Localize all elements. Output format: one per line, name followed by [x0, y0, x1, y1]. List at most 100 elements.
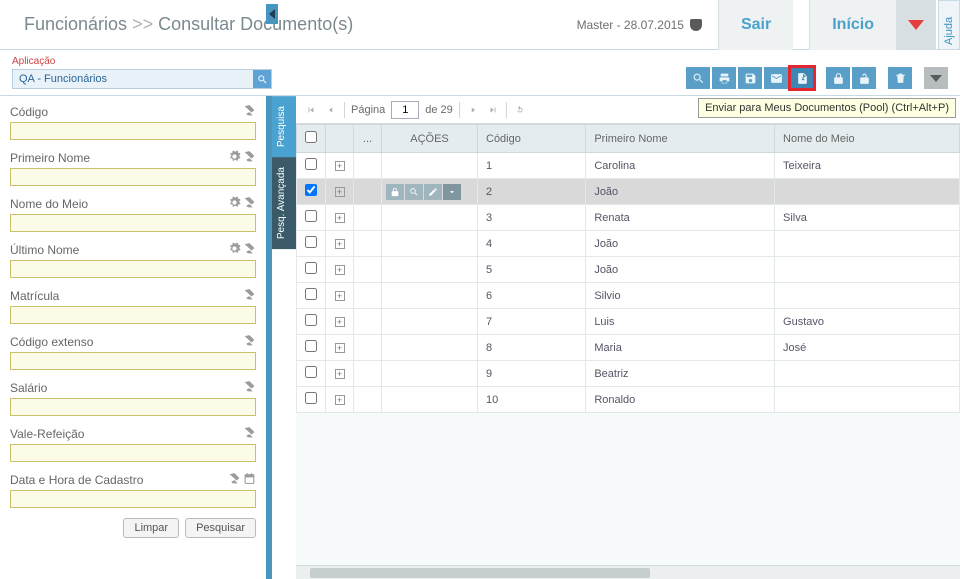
- row-checkbox[interactable]: [305, 288, 317, 300]
- last-icon: [488, 105, 498, 115]
- row-checkbox[interactable]: [305, 366, 317, 378]
- row-checkbox[interactable]: [305, 210, 317, 222]
- col-checkbox[interactable]: [297, 125, 326, 153]
- toolbar-mail-button[interactable]: [764, 67, 788, 89]
- application-select[interactable]: [12, 69, 272, 89]
- edit-button[interactable]: [424, 184, 442, 200]
- col-more[interactable]: ...: [354, 125, 382, 153]
- ajuda-tab[interactable]: Ajuda: [938, 0, 960, 50]
- clear-icon[interactable]: [243, 288, 256, 304]
- select-all-checkbox[interactable]: [305, 131, 317, 143]
- calendar-icon[interactable]: [243, 472, 256, 488]
- view-button[interactable]: [405, 184, 423, 200]
- expand-icon[interactable]: +: [335, 291, 345, 301]
- search-field-input[interactable]: [10, 352, 256, 370]
- table-row[interactable]: +10Ronaldo: [297, 387, 960, 413]
- pager-next-button[interactable]: [466, 103, 480, 117]
- row-checkbox[interactable]: [305, 340, 317, 352]
- col-nome-do-meio[interactable]: Nome do Meio: [775, 125, 960, 153]
- toolbar-save-button[interactable]: [738, 67, 762, 89]
- table-row[interactable]: +4João: [297, 231, 960, 257]
- pager-refresh-button[interactable]: [513, 103, 527, 117]
- table-row[interactable]: +9Beatriz: [297, 361, 960, 387]
- row-checkbox[interactable]: [305, 236, 317, 248]
- table-row[interactable]: +7LuisGustavo: [297, 309, 960, 335]
- horizontal-scrollbar[interactable]: [296, 565, 960, 579]
- clear-icon[interactable]: [243, 242, 256, 258]
- user-icon[interactable]: [690, 19, 702, 31]
- table-row[interactable]: +5João: [297, 257, 960, 283]
- row-checkbox[interactable]: [305, 158, 317, 170]
- table-row[interactable]: +3RenataSilva: [297, 205, 960, 231]
- table-row[interactable]: +1CarolinaTeixeira: [297, 153, 960, 179]
- search-field-input[interactable]: [10, 168, 256, 186]
- search-field-input[interactable]: [10, 398, 256, 416]
- row-actions-cell: [382, 179, 478, 205]
- expand-icon[interactable]: +: [335, 213, 345, 223]
- toolbar-search-button[interactable]: [686, 67, 710, 89]
- col-primeiro-nome[interactable]: Primeiro Nome: [586, 125, 775, 153]
- toolbar-send-to-pool-button[interactable]: [790, 67, 814, 89]
- toolbar-print-button[interactable]: [712, 67, 736, 89]
- clear-icon[interactable]: [228, 472, 241, 488]
- expand-icon[interactable]: +: [335, 343, 345, 353]
- clear-icon[interactable]: [243, 150, 256, 166]
- tab-pesquisa[interactable]: Pesquisa: [272, 96, 296, 157]
- search-field-input[interactable]: [10, 490, 256, 508]
- pesquisar-button[interactable]: Pesquisar: [185, 518, 256, 538]
- expand-icon[interactable]: +: [335, 395, 345, 405]
- clear-icon[interactable]: [243, 196, 256, 212]
- pager-page-input[interactable]: [391, 101, 419, 119]
- row-checkbox[interactable]: [305, 392, 317, 404]
- cell-primeiro-nome: Carolina: [586, 153, 775, 179]
- cell-nome-do-meio: [775, 361, 960, 387]
- search-field-input[interactable]: [10, 122, 256, 140]
- expand-icon[interactable]: +: [335, 187, 345, 197]
- toolbar-lock-button[interactable]: [826, 67, 850, 89]
- expand-icon[interactable]: +: [335, 161, 345, 171]
- toolbar-unlock-button[interactable]: [852, 67, 876, 89]
- col-acoes[interactable]: AÇÕES: [382, 125, 478, 153]
- row-checkbox[interactable]: [305, 262, 317, 274]
- search-field-input[interactable]: [10, 214, 256, 232]
- scrollbar-thumb[interactable]: [310, 568, 650, 578]
- expand-icon[interactable]: +: [335, 317, 345, 327]
- toolbar-delete-button[interactable]: [888, 67, 912, 89]
- table-row[interactable]: +8MariaJosé: [297, 335, 960, 361]
- clear-icon[interactable]: [243, 426, 256, 442]
- gear-icon[interactable]: [228, 196, 241, 212]
- table-row[interactable]: +2João: [297, 179, 960, 205]
- inicio-button[interactable]: Início: [809, 0, 896, 50]
- clear-icon[interactable]: [243, 334, 256, 350]
- gear-icon[interactable]: [228, 150, 241, 166]
- limpar-button[interactable]: Limpar: [123, 518, 179, 538]
- top-dropdown[interactable]: [896, 0, 936, 50]
- pager-prev-button[interactable]: [324, 103, 338, 117]
- breadcrumb-section[interactable]: Funcionários: [24, 14, 127, 34]
- refresh-icon: [515, 105, 525, 115]
- sair-button[interactable]: Sair: [718, 0, 793, 50]
- lock-button[interactable]: [386, 184, 404, 200]
- row-checkbox[interactable]: [305, 184, 317, 196]
- application-search-button[interactable]: [253, 70, 271, 88]
- search-field-input[interactable]: [10, 306, 256, 324]
- gear-icon[interactable]: [228, 242, 241, 258]
- expand-icon[interactable]: +: [335, 265, 345, 275]
- search-field-input[interactable]: [10, 444, 256, 462]
- results-grid[interactable]: ... AÇÕES Código Primeiro Nome Nome do M…: [296, 124, 960, 565]
- col-codigo[interactable]: Código: [478, 125, 586, 153]
- clear-icon[interactable]: [243, 104, 256, 120]
- pager-last-button[interactable]: [486, 103, 500, 117]
- row-dropdown-button[interactable]: [443, 184, 461, 200]
- row-checkbox[interactable]: [305, 314, 317, 326]
- sidebar-collapse-handle[interactable]: [266, 4, 278, 24]
- tab-pesq-avancada[interactable]: Pesq. Avançada: [272, 157, 296, 249]
- clear-icon[interactable]: [243, 380, 256, 396]
- pager-first-button[interactable]: [304, 103, 318, 117]
- expand-icon[interactable]: +: [335, 369, 345, 379]
- application-input[interactable]: [12, 69, 272, 89]
- table-row[interactable]: +6Silvio: [297, 283, 960, 309]
- search-field-input[interactable]: [10, 260, 256, 278]
- expand-icon[interactable]: +: [335, 239, 345, 249]
- toolbar-more-dropdown[interactable]: [924, 67, 948, 89]
